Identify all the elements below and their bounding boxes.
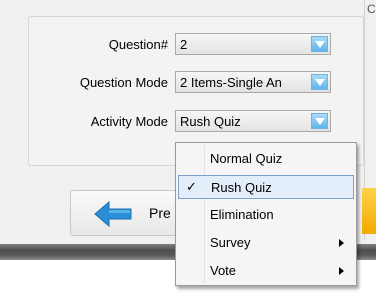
menu-item-label: Rush Quiz xyxy=(211,180,272,195)
menu-item-normal-quiz[interactable]: Normal Quiz xyxy=(178,147,354,171)
activity-mode-combo[interactable]: Rush Quiz xyxy=(175,110,331,132)
arrow-left-icon xyxy=(94,201,132,227)
chevron-down-icon xyxy=(315,79,325,86)
submenu-arrow-icon xyxy=(339,239,344,247)
question-number-label: Question# xyxy=(108,37,168,52)
submenu-arrow-icon xyxy=(339,267,344,275)
previous-button-label: Pre xyxy=(149,205,171,221)
question-mode-value: 2 Items-Single An xyxy=(180,75,282,90)
question-number-combo[interactable]: 2 xyxy=(175,33,331,55)
menu-item-label: Survey xyxy=(210,235,251,250)
question-number-value: 2 xyxy=(180,37,188,52)
menu-item-label: Normal Quiz xyxy=(210,151,283,166)
activity-mode-value: Rush Quiz xyxy=(180,114,241,129)
right-panel-heading: C xyxy=(367,2,376,16)
chevron-down-icon xyxy=(315,41,325,48)
menu-item-survey[interactable]: Survey xyxy=(178,231,354,255)
question-mode-label: Question Mode xyxy=(79,75,168,90)
menu-item-rush-quiz[interactable]: ✓ Rush Quiz xyxy=(178,175,354,199)
check-icon: ✓ xyxy=(186,179,197,194)
next-button-edge[interactable] xyxy=(362,188,376,234)
question-mode-dropdown-button[interactable] xyxy=(311,74,328,90)
question-mode-combo[interactable]: 2 Items-Single An xyxy=(175,71,331,93)
menu-item-elimination[interactable]: Elimination xyxy=(178,203,354,227)
chevron-down-icon xyxy=(315,118,325,125)
activity-mode-dropdown-menu: Normal Quiz ✓ Rush Quiz Elimination Surv… xyxy=(175,142,357,286)
menu-item-label: Vote xyxy=(210,263,237,278)
menu-item-vote[interactable]: Vote xyxy=(178,259,354,283)
question-number-dropdown-button[interactable] xyxy=(311,36,328,52)
activity-mode-dropdown-button[interactable] xyxy=(311,113,328,129)
activity-mode-label: Activity Mode xyxy=(90,114,168,129)
menu-item-label: Elimination xyxy=(210,207,274,222)
